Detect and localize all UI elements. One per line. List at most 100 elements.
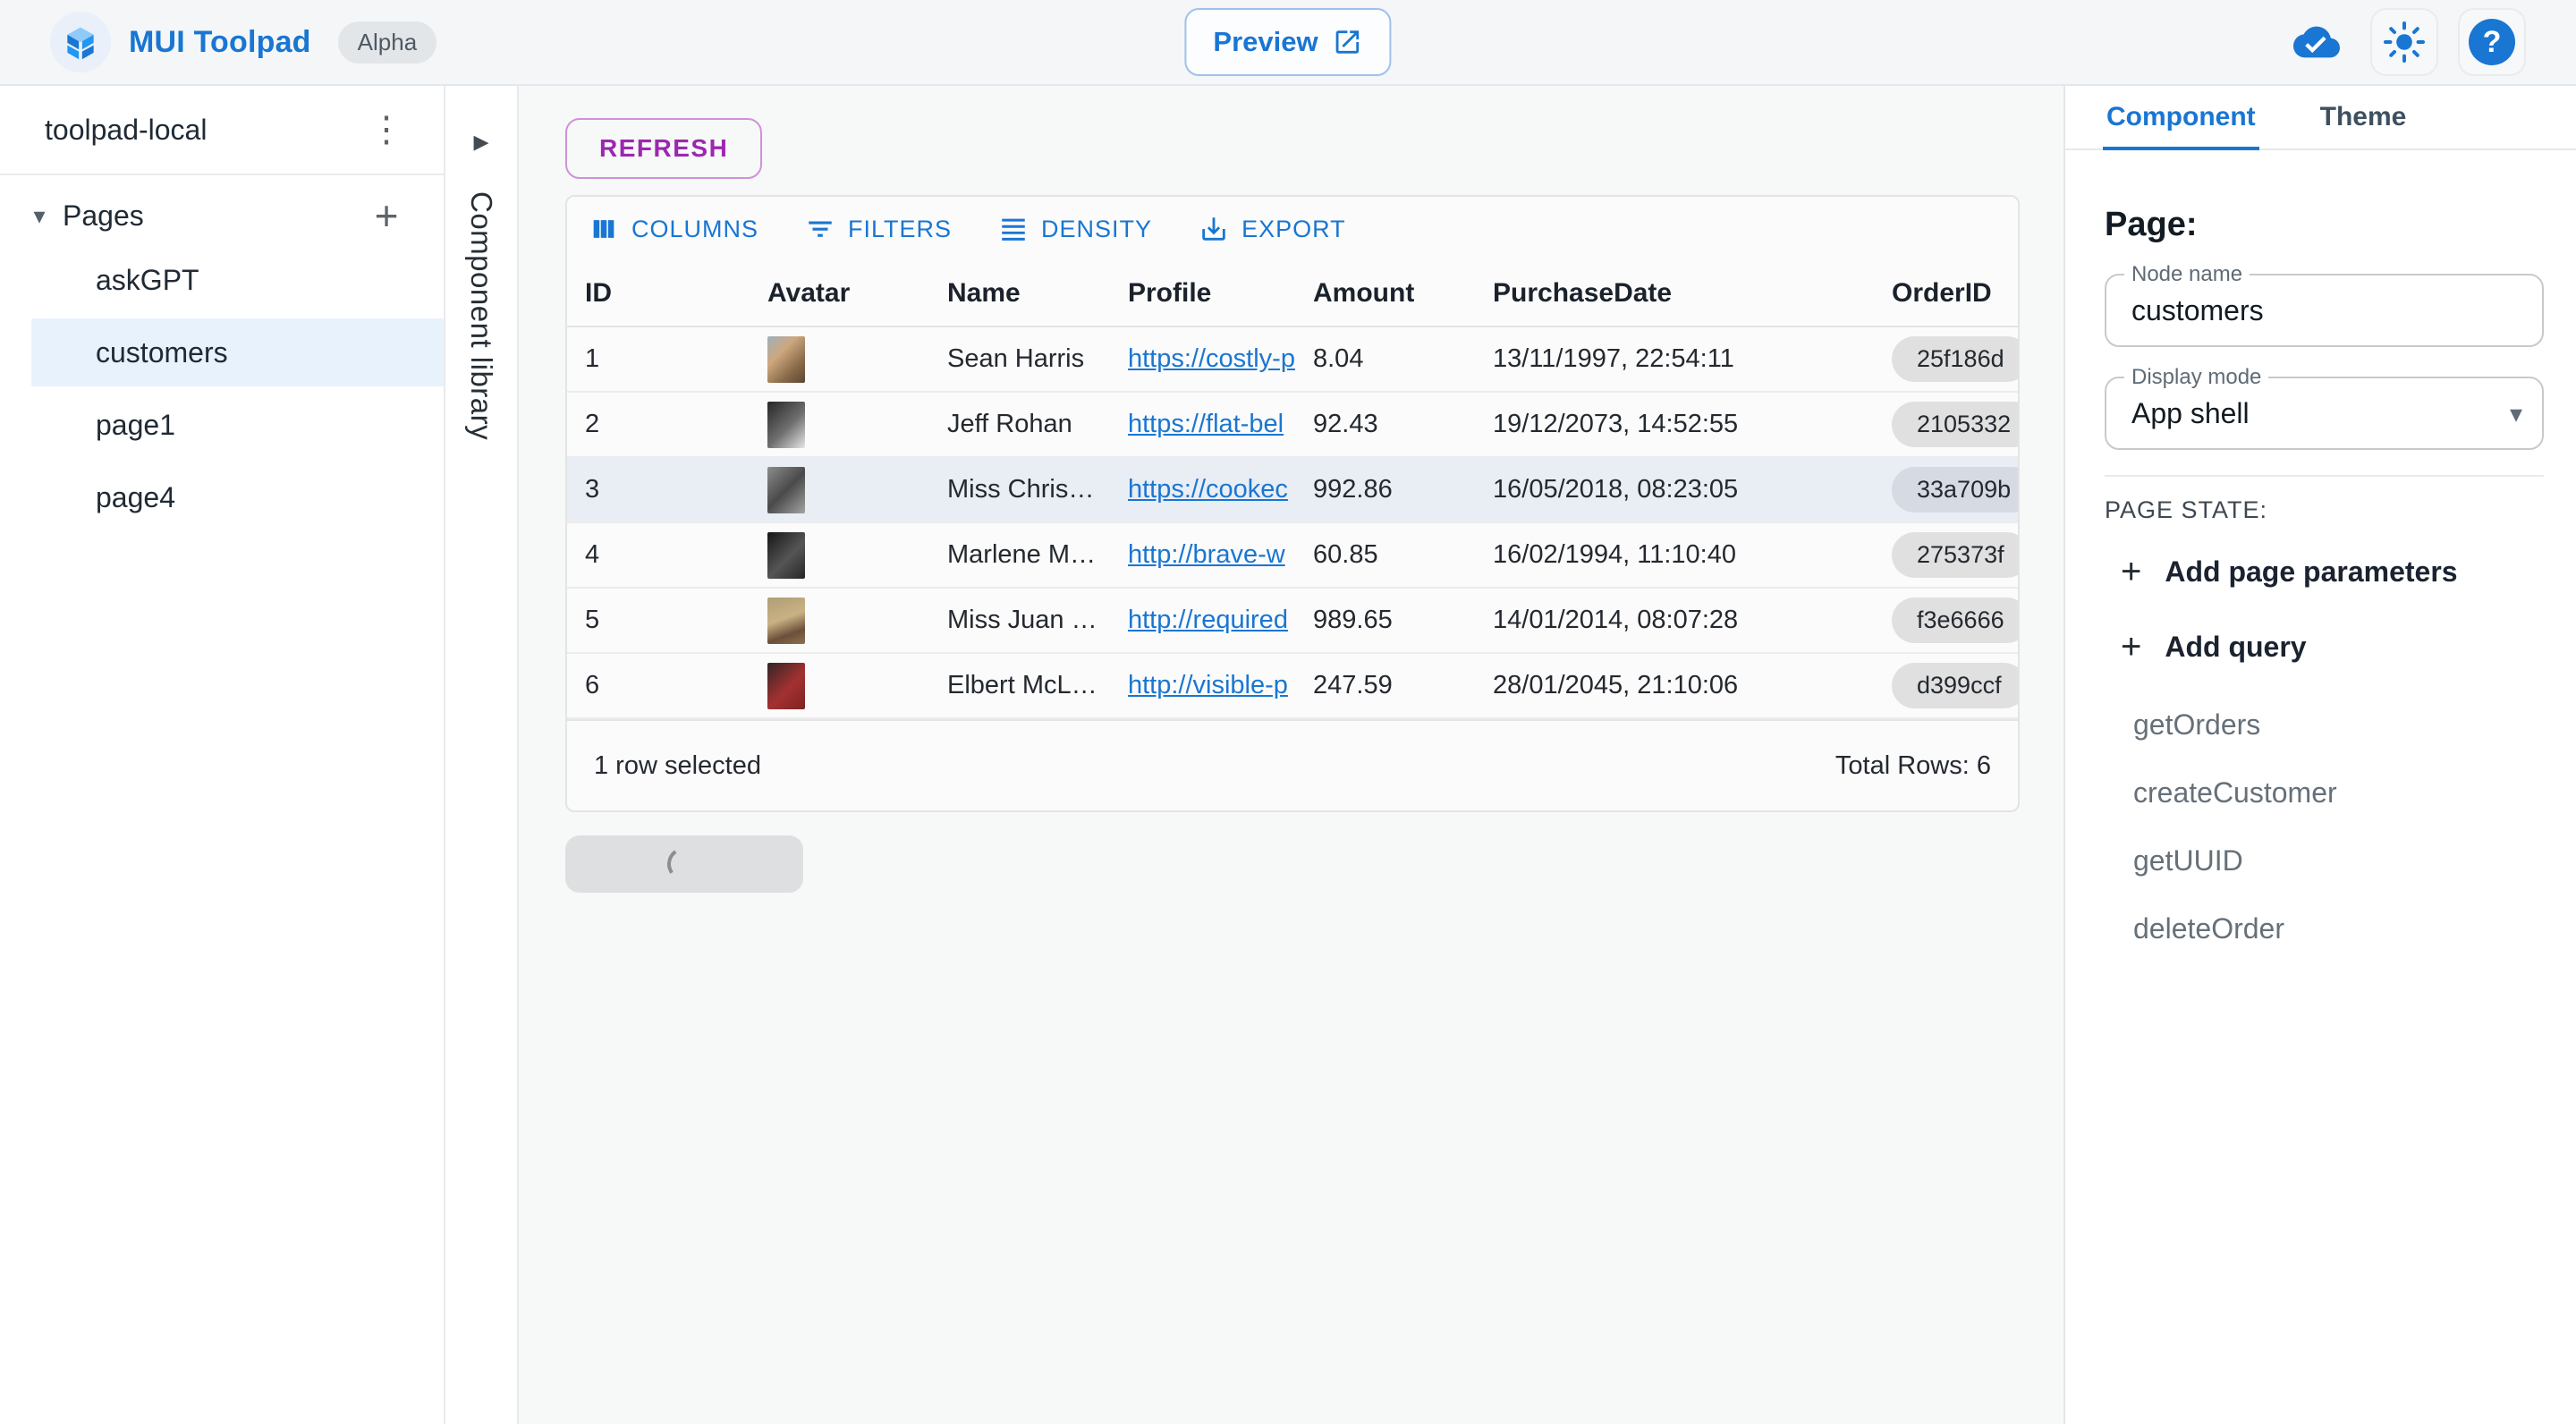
column-header-amount[interactable]: Amount [1295,278,1475,309]
node-name-field[interactable]: Node name customers [2105,274,2544,347]
cell-orderid: 25f186d [1874,336,2018,382]
column-header-avatar[interactable]: Avatar [750,278,929,309]
profile-link[interactable]: http://visible-p [1128,671,1288,699]
query-item-deleteorder[interactable]: deleteOrder [2105,913,2544,944]
avatar-image [767,336,805,383]
table-row[interactable]: 6 Elbert McL… http://visible-p 247.59 28… [567,654,2018,719]
node-name-label: Node name [2124,262,2250,287]
preview-button[interactable]: Preview [1184,8,1391,76]
page-canvas: REFRESH COLUMNS FILTERS [519,86,2063,1424]
tab-theme[interactable]: Theme [2317,86,2411,148]
add-page-parameters-label: Add page parameters [2165,555,2457,589]
add-page-parameters-button[interactable]: + Add page parameters [2105,552,2458,591]
table-row[interactable]: 4 Marlene M… http://brave-w 60.85 16/02/… [567,523,2018,589]
plus-icon: + [2121,629,2141,665]
cell-id: 5 [567,606,750,635]
table-row[interactable]: 1 Sean Harris https://costly-p 8.04 13/1… [567,327,2018,393]
sidebar-item-customers[interactable]: customers [31,318,444,386]
help-icon[interactable]: ? [2458,8,2526,76]
cell-id: 4 [567,540,750,570]
column-header-name[interactable]: Name [929,278,1110,309]
add-page-icon[interactable]: + [361,191,411,241]
node-name-value: customers [2131,294,2264,327]
tab-component[interactable]: Component [2103,86,2259,148]
preview-button-label: Preview [1213,26,1318,58]
density-button[interactable]: DENSITY [998,214,1152,244]
cell-orderid: f3e6666 [1874,598,2018,643]
chevron-down-icon[interactable]: ▾ [20,202,59,230]
sidebar-item-askgpt[interactable]: askGPT [31,246,444,314]
columns-button[interactable]: COLUMNS [589,214,758,244]
cell-id: 1 [567,344,750,374]
column-header-purchasedate[interactable]: PurchaseDate [1475,278,1874,309]
cell-purchasedate: 28/01/2045, 21:10:06 [1475,671,1874,700]
export-button-label: EXPORT [1241,216,1346,243]
density-icon [998,214,1029,244]
sidebar-item-page1[interactable]: page1 [31,391,444,459]
project-row: toolpad-local ⋮ [0,86,444,175]
app-title: MUI Toolpad [129,25,311,60]
refresh-button[interactable]: REFRESH [565,118,762,179]
profile-link[interactable]: https://flat-bel [1128,410,1284,438]
data-grid: COLUMNS FILTERS DENSITY [565,195,2020,812]
cell-id: 3 [567,475,750,504]
main-area: toolpad-local ⋮ ▾ Pages + askGPT custome… [0,86,2576,1424]
order-id-chip: 25f186d [1892,336,2018,382]
cloud-done-icon[interactable] [2283,8,2351,76]
cell-avatar [750,598,929,644]
pages-section-header[interactable]: ▾ Pages + [0,190,444,242]
cell-avatar [750,467,929,513]
query-item-createcustomer[interactable]: createCustomer [2105,777,2544,808]
loading-button[interactable] [565,835,803,893]
profile-link[interactable]: https://costly-p [1128,344,1295,373]
table-row-selected[interactable]: 3 Miss Chris… https://cookec 992.86 16/0… [567,458,2018,523]
cell-avatar [750,402,929,448]
cell-id: 6 [567,671,750,700]
order-id-chip: d399ccf [1892,663,2018,708]
cell-orderid: 2105332 [1874,402,2018,447]
light-mode-icon[interactable] [2370,8,2438,76]
query-item-getuuid[interactable]: getUUID [2105,845,2544,876]
cell-name: Miss Chris… [929,475,1110,504]
display-mode-select[interactable]: Display mode App shell ▾ [2105,377,2544,450]
plus-icon: + [2121,554,2141,589]
cell-profile: https://costly-p [1110,344,1295,374]
cell-amount: 92.43 [1295,410,1475,439]
cell-avatar [750,336,929,383]
profile-link[interactable]: https://cookec [1128,475,1288,504]
sidebar-item-page4[interactable]: page4 [31,463,444,531]
selection-count: 1 row selected [594,751,761,781]
add-query-button[interactable]: + Add query [2105,627,2307,666]
table-row[interactable]: 5 Miss Juan … http://required 989.65 14/… [567,589,2018,654]
component-library-label: Component library [464,191,498,440]
query-item-getorders[interactable]: getOrders [2105,709,2544,740]
table-row[interactable]: 2 Jeff Rohan https://flat-bel 92.43 19/1… [567,393,2018,458]
column-header-orderid[interactable]: OrderID [1874,278,2018,309]
filters-button[interactable]: FILTERS [805,214,952,244]
profile-link[interactable]: http://required [1128,606,1288,634]
kebab-menu-icon[interactable]: ⋮ [361,105,411,155]
toolpad-logo-icon [50,12,111,72]
inspector-tabs: Component Theme [2065,86,2576,150]
cell-purchasedate: 16/02/1994, 11:10:40 [1475,540,1874,570]
data-grid-toolbar: COLUMNS FILTERS DENSITY [567,197,2018,261]
cell-purchasedate: 13/11/1997, 22:54:11 [1475,344,1874,374]
cell-id: 2 [567,410,750,439]
view-columns-icon [589,214,619,244]
column-header-profile[interactable]: Profile [1110,278,1295,309]
app-window: MUI Toolpad Alpha Preview [0,0,2576,1424]
export-button[interactable]: EXPORT [1199,214,1346,244]
cell-avatar [750,663,929,709]
order-id-chip: 33a709b [1892,467,2018,513]
cell-name: Elbert McL… [929,671,1110,700]
data-grid-footer: 1 row selected Total Rows: 6 [567,719,2018,810]
component-library-strip[interactable]: ▸ Component library [445,86,519,1424]
column-header-id[interactable]: ID [567,278,750,309]
profile-link[interactable]: http://brave-w [1128,540,1285,569]
explorer-panel: toolpad-local ⋮ ▾ Pages + askGPT custome… [0,86,445,1424]
add-query-label: Add query [2165,631,2306,664]
cell-orderid: 33a709b [1874,467,2018,513]
cell-amount: 989.65 [1295,606,1475,635]
chevron-right-icon[interactable]: ▸ [473,123,488,159]
cell-orderid: d399ccf [1874,663,2018,708]
